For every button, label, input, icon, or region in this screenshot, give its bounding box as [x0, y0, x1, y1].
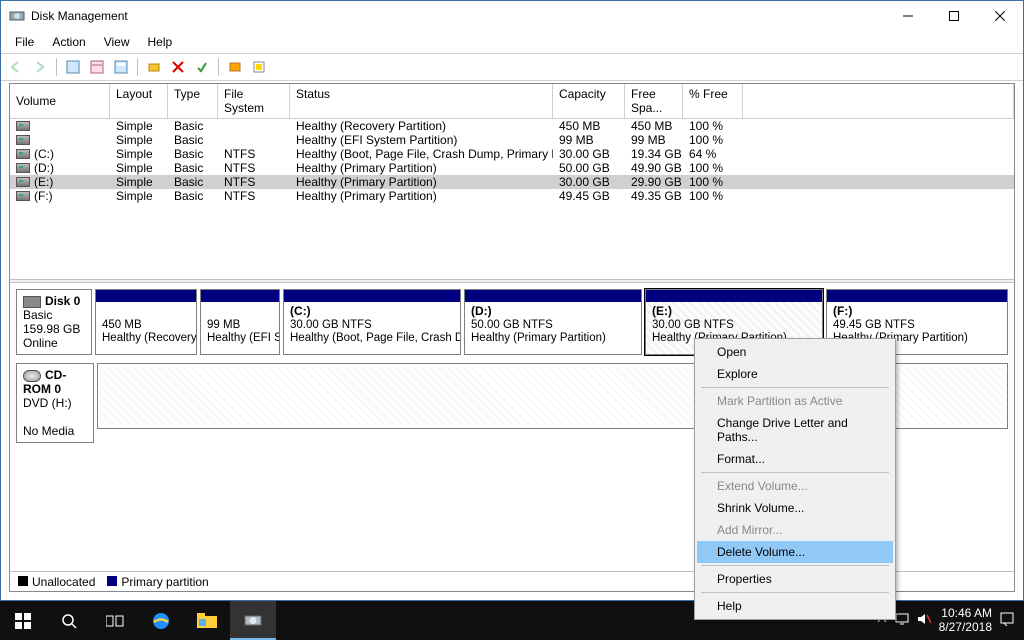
- window-title: Disk Management: [31, 9, 885, 23]
- context-menu-item[interactable]: Explore: [697, 363, 893, 385]
- col-volume[interactable]: Volume: [10, 84, 110, 118]
- cdrom-label[interactable]: CD-ROM 0 DVD (H:) No Media: [16, 363, 94, 443]
- search-icon[interactable]: [46, 601, 92, 640]
- col-free[interactable]: Free Spa...: [625, 84, 683, 118]
- minimize-button[interactable]: [885, 1, 931, 31]
- col-type[interactable]: Type: [168, 84, 218, 118]
- cdrom-icon: [23, 370, 41, 382]
- volume-row[interactable]: (C:)SimpleBasicNTFSHealthy (Boot, Page F…: [10, 147, 1014, 161]
- menubar: File Action View Help: [1, 31, 1023, 53]
- context-menu-item[interactable]: Help: [697, 595, 893, 617]
- context-menu-item[interactable]: Format...: [697, 448, 893, 470]
- volume-row[interactable]: (D:)SimpleBasicNTFSHealthy (Primary Part…: [10, 161, 1014, 175]
- context-menu-item[interactable]: Open: [697, 341, 893, 363]
- volume-list[interactable]: Volume Layout Type File System Status Ca…: [10, 84, 1014, 279]
- delete-icon[interactable]: [167, 56, 189, 78]
- tool-icon[interactable]: [248, 56, 270, 78]
- context-menu-item[interactable]: Properties: [697, 568, 893, 590]
- volume-row[interactable]: (F:)SimpleBasicNTFSHealthy (Primary Part…: [10, 189, 1014, 203]
- context-menu-item[interactable]: Delete Volume...: [697, 541, 893, 563]
- back-button: [5, 56, 27, 78]
- volume-icon: [16, 191, 30, 201]
- partition[interactable]: (C:)30.00 GB NTFSHealthy (Boot, Page Fil…: [283, 289, 461, 355]
- titlebar[interactable]: Disk Management: [1, 1, 1023, 31]
- col-capacity[interactable]: Capacity: [553, 84, 625, 118]
- volume-icon: [16, 163, 30, 173]
- volume-icon: [16, 135, 30, 145]
- context-menu-item[interactable]: Shrink Volume...: [697, 497, 893, 519]
- disk-icon: [23, 296, 41, 308]
- volume-row[interactable]: SimpleBasicHealthy (EFI System Partition…: [10, 133, 1014, 147]
- context-menu[interactable]: OpenExplore Mark Partition as ActiveChang…: [694, 338, 896, 620]
- menu-view[interactable]: View: [96, 33, 138, 51]
- maximize-button[interactable]: [931, 1, 977, 31]
- context-menu-item: Extend Volume...: [697, 475, 893, 497]
- tool-icon[interactable]: [224, 56, 246, 78]
- app-icon: [9, 8, 25, 24]
- notifications-icon[interactable]: [1000, 612, 1014, 629]
- tool-icon[interactable]: [110, 56, 132, 78]
- volume-icon: [16, 121, 30, 131]
- partition[interactable]: 99 MBHealthy (EFI Sys: [200, 289, 280, 355]
- tool-icon[interactable]: [191, 56, 213, 78]
- volume-icon: [16, 149, 30, 159]
- refresh-icon[interactable]: [143, 56, 165, 78]
- col-status[interactable]: Status: [290, 84, 553, 118]
- col-layout[interactable]: Layout: [110, 84, 168, 118]
- legend-primary-swatch: [107, 576, 117, 586]
- start-button[interactable]: [0, 601, 46, 640]
- ie-icon[interactable]: [138, 601, 184, 640]
- context-menu-item[interactable]: Change Drive Letter and Paths...: [697, 412, 893, 448]
- system-tray[interactable]: 10:46 AM 8/27/2018: [877, 607, 1024, 633]
- tray-network-icon[interactable]: [895, 613, 909, 628]
- tray-volume-icon[interactable]: [917, 613, 931, 628]
- tool-icon[interactable]: [86, 56, 108, 78]
- partition[interactable]: (D:)50.00 GB NTFSHealthy (Primary Partit…: [464, 289, 642, 355]
- volume-row[interactable]: (E:)SimpleBasicNTFSHealthy (Primary Part…: [10, 175, 1014, 189]
- volume-icon: [16, 177, 30, 187]
- col-pct[interactable]: % Free: [683, 84, 743, 118]
- context-menu-item: Mark Partition as Active: [697, 390, 893, 412]
- close-button[interactable]: [977, 1, 1023, 31]
- explorer-icon[interactable]: [184, 601, 230, 640]
- disk-0-label[interactable]: Disk 0 Basic 159.98 GB Online: [16, 289, 92, 355]
- partition[interactable]: 450 MBHealthy (Recovery Par: [95, 289, 197, 355]
- context-menu-item: Add Mirror...: [697, 519, 893, 541]
- menu-help[interactable]: Help: [140, 33, 181, 51]
- volume-row[interactable]: SimpleBasicHealthy (Recovery Partition)4…: [10, 119, 1014, 133]
- col-fs[interactable]: File System: [218, 84, 290, 118]
- legend-unallocated-swatch: [18, 576, 28, 586]
- tool-icon[interactable]: [62, 56, 84, 78]
- menu-file[interactable]: File: [7, 33, 42, 51]
- menu-action[interactable]: Action: [44, 33, 93, 51]
- clock[interactable]: 10:46 AM 8/27/2018: [939, 607, 992, 633]
- disk-mgmt-taskbar-icon[interactable]: [230, 601, 276, 640]
- toolbar: [1, 53, 1023, 81]
- forward-button: [29, 56, 51, 78]
- column-headers[interactable]: Volume Layout Type File System Status Ca…: [10, 84, 1014, 119]
- task-view-icon[interactable]: [92, 601, 138, 640]
